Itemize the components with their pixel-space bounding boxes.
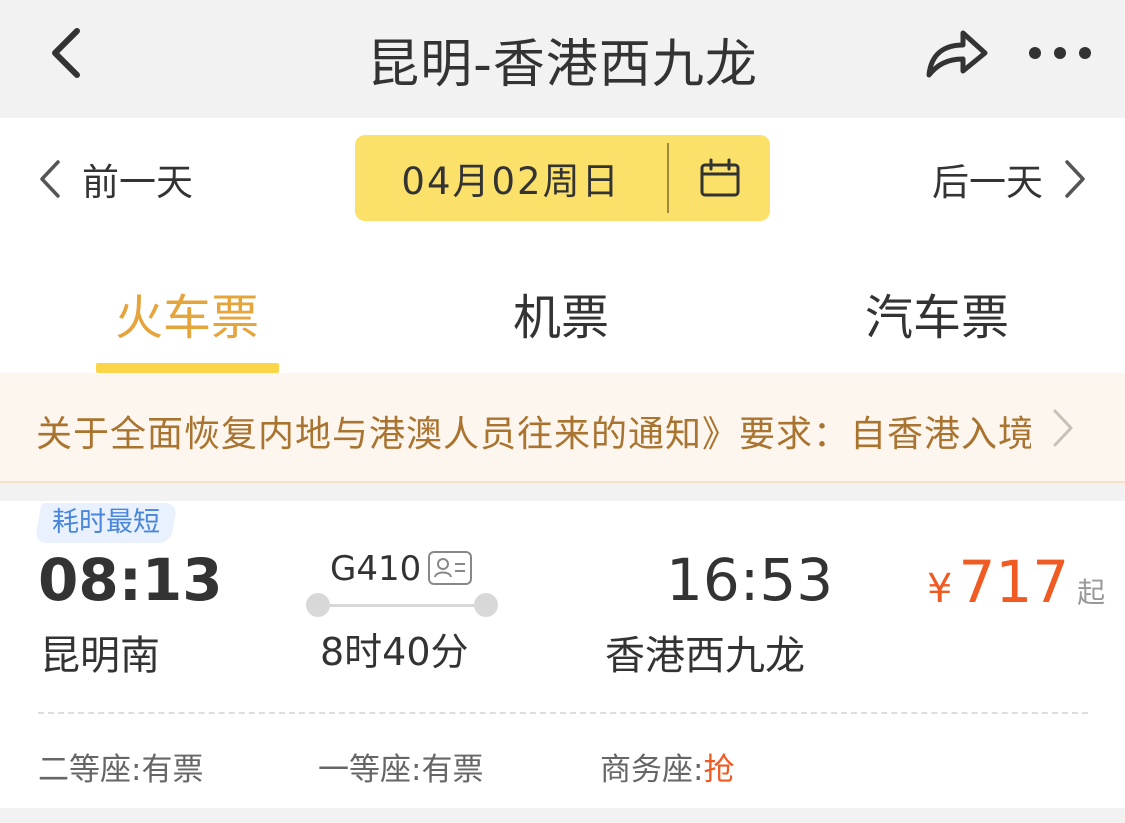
arrival-station: 香港西九龙 — [605, 633, 805, 679]
active-tab-indicator — [96, 363, 279, 373]
chevron-right-icon — [1065, 160, 1085, 198]
price-currency: ¥ — [927, 566, 953, 612]
ticket-price: ¥ 717 起 — [927, 548, 1105, 616]
arrival-time: 16:53 — [666, 546, 834, 614]
prev-day-button[interactable]: 前一天 — [38, 156, 193, 204]
more-dots-icon — [1029, 47, 1091, 59]
chevron-right-icon — [1053, 409, 1073, 447]
seat-class-label: 一等座: — [318, 752, 422, 788]
date-picker[interactable]: 04月02周日 — [355, 135, 770, 221]
tab-flight[interactable]: 机票 — [513, 278, 609, 348]
seat-class-label: 二等座: — [38, 752, 142, 788]
next-day-button[interactable]: 后一天 — [932, 156, 1087, 204]
share-button[interactable] — [918, 18, 996, 88]
next-day-label: 后一天 — [932, 161, 1043, 204]
notice-text: 关于全面恢复内地与港澳人员往来的通知》要求：自香港入境 — [36, 414, 1031, 455]
train-result-card[interactable]: 耗时最短 08:13 昆明南 G410 8时40分 16:53 香港西九龙 ¥ … — [0, 501, 1125, 808]
date-bar: 前一天 04月02周日 后一天 — [0, 118, 1125, 238]
seat-business-class: 商务座:抢 — [600, 744, 734, 789]
notice-banner[interactable]: 关于全面恢复内地与港澳人员往来的通知》要求：自香港入境 — [0, 373, 1125, 483]
trip-duration: 8时40分 — [320, 630, 469, 674]
tab-bus[interactable]: 汽车票 — [865, 278, 1009, 348]
seat-class-label: 商务座: — [600, 752, 704, 788]
calendar-icon — [700, 158, 739, 197]
card-divider — [38, 712, 1088, 714]
seat-first-class: 一等座:有票 — [318, 744, 483, 789]
date-divider — [667, 143, 669, 213]
route-end-dot — [474, 593, 498, 617]
chevron-left-icon — [40, 160, 60, 198]
calendar-button[interactable] — [669, 158, 770, 198]
ticket-type-tabs: 火车票 机票 汽车票 — [0, 238, 1125, 373]
price-suffix: 起 — [1077, 576, 1106, 609]
departure-station: 昆明南 — [40, 633, 160, 679]
seat-second-class: 二等座:有票 — [38, 744, 203, 789]
route-line — [318, 604, 486, 607]
tab-train[interactable]: 火车票 — [115, 278, 259, 348]
prev-day-label: 前一天 — [82, 161, 193, 204]
price-value: 717 — [958, 548, 1070, 616]
fastest-badge: 耗时最短 — [34, 503, 178, 543]
selected-date: 04月02周日 — [401, 160, 621, 203]
seat-status: 有票 — [421, 752, 484, 788]
seat-status: 抢 — [703, 752, 735, 788]
share-icon — [926, 30, 988, 78]
seat-status: 有票 — [141, 752, 204, 788]
more-button[interactable] — [1020, 18, 1100, 88]
train-number: G410 — [330, 549, 422, 589]
departure-time: 08:13 — [38, 546, 223, 614]
nav-header: 昆明-香港西九龙 — [0, 0, 1125, 118]
id-card-icon — [428, 551, 472, 585]
